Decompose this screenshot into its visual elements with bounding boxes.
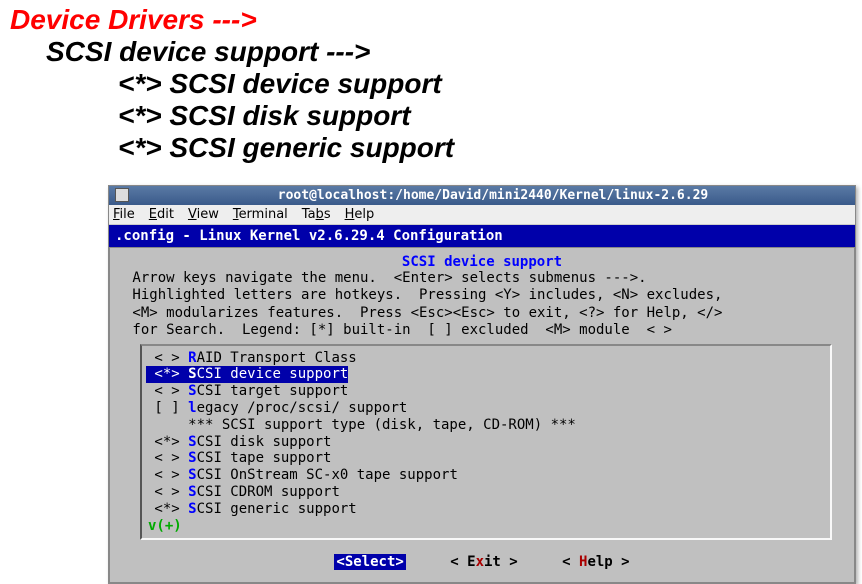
config-header: .config - Linux Kernel v2.6.29.4 Configu… xyxy=(109,225,855,247)
help-text-line: for Search. Legend: [*] built-in [ ] exc… xyxy=(116,322,848,340)
menu-list[interactable]: < > RAID Transport Class <*> SCSI device… xyxy=(140,344,832,540)
exit-button[interactable]: < Exit > xyxy=(450,554,517,570)
menu-item[interactable]: < > RAID Transport Class xyxy=(144,350,828,367)
terminal-window: root@localhost:/home/David/mini2440/Kern… xyxy=(108,185,856,584)
button-bar: <Select> < Exit > < Help > xyxy=(116,544,848,576)
menu-item[interactable]: <*> SCSI generic support xyxy=(144,501,828,518)
select-button[interactable]: <Select> xyxy=(334,554,405,570)
notes-item: <*> SCSI device support xyxy=(118,68,852,100)
terminal-body: .config - Linux Kernel v2.6.29.4 Configu… xyxy=(109,225,855,583)
help-text-line: Highlighted letters are hotkeys. Pressin… xyxy=(116,287,848,305)
notes-item: <*> SCSI generic support xyxy=(118,132,852,164)
help-text-line: Arrow keys navigate the menu. <Enter> se… xyxy=(116,270,848,288)
config-main: SCSI device support Arrow keys navigate … xyxy=(109,247,855,583)
menu-edit[interactable]: Edit xyxy=(149,207,174,222)
help-text-line: <M> modularizes features. Press <Esc><Es… xyxy=(116,305,848,323)
heading-scsi-support: SCSI device support ---> xyxy=(46,36,852,68)
notes-item: <*> SCSI disk support xyxy=(118,100,852,132)
heading-device-drivers: Device Drivers ---> xyxy=(10,4,852,36)
terminal-icon xyxy=(115,188,129,202)
menu-view[interactable]: View xyxy=(188,207,219,222)
menu-terminal[interactable]: Terminal xyxy=(233,207,288,222)
menu-item[interactable]: < > SCSI OnStream SC-x0 tape support xyxy=(144,467,828,484)
config-title: SCSI device support xyxy=(116,254,848,270)
menu-help[interactable]: Help xyxy=(345,207,375,222)
menu-item[interactable]: < > SCSI tape support xyxy=(144,450,828,467)
menu-item[interactable]: *** SCSI support type (disk, tape, CD-RO… xyxy=(144,417,828,434)
menu-file[interactable]: File xyxy=(113,207,135,222)
menu-item[interactable]: < > SCSI target support xyxy=(144,383,828,400)
menu-item[interactable]: [ ] legacy /proc/scsi/ support xyxy=(144,400,828,417)
scroll-indicator: v(+) xyxy=(144,518,828,534)
window-title: root@localhost:/home/David/mini2440/Kern… xyxy=(137,188,849,203)
help-button[interactable]: < Help > xyxy=(562,554,629,570)
menubar: File Edit View Terminal Tabs Help xyxy=(109,205,855,225)
menu-item[interactable]: <*> SCSI disk support xyxy=(144,434,828,451)
window-titlebar[interactable]: root@localhost:/home/David/mini2440/Kern… xyxy=(109,186,855,205)
menu-item[interactable]: < > SCSI CDROM support xyxy=(144,484,828,501)
menu-item[interactable]: <*> SCSI device support xyxy=(144,366,828,383)
menu-tabs[interactable]: Tabs xyxy=(302,207,331,222)
notes-section: Device Drivers ---> SCSI device support … xyxy=(0,0,862,175)
